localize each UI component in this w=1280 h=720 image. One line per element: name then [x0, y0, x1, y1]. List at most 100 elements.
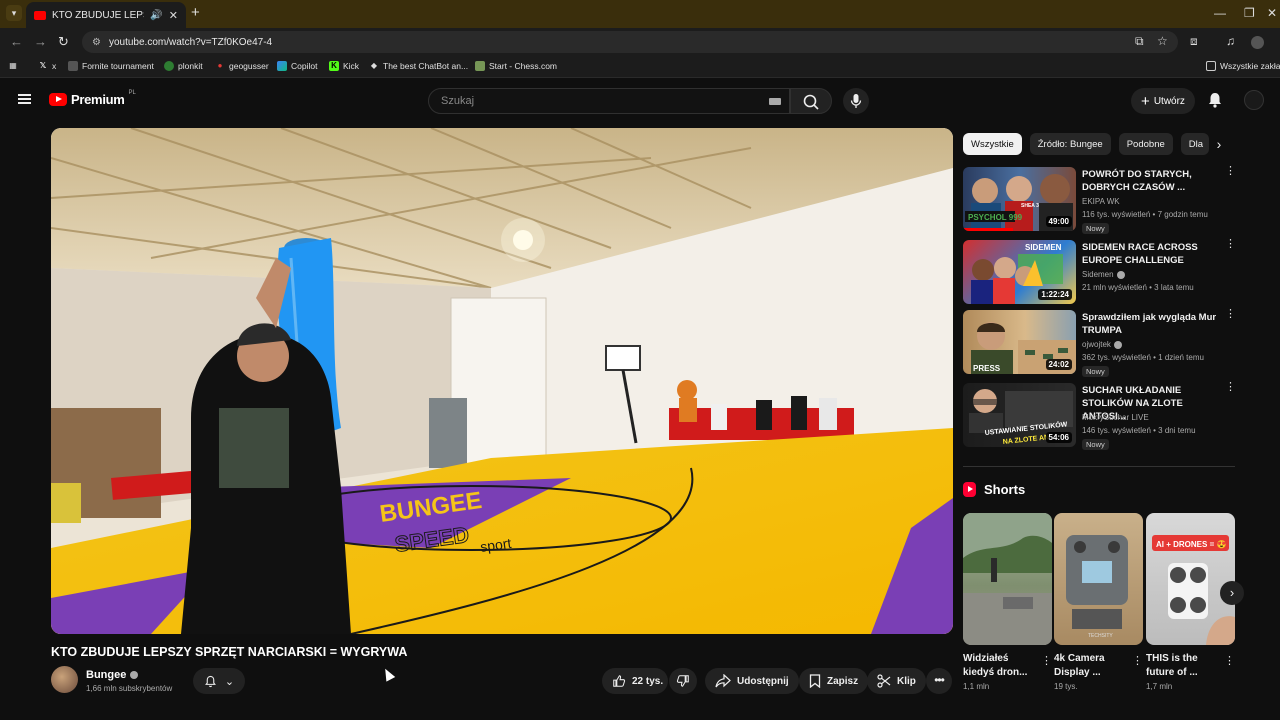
keyboard-icon[interactable]	[769, 98, 781, 105]
tab-close-icon[interactable]: ✕	[169, 9, 178, 22]
short-title[interactable]: Widziałeś kiedyś dron...	[963, 652, 1037, 680]
profile-icon[interactable]	[1251, 36, 1264, 49]
shorts-next-button[interactable]: ›	[1220, 581, 1244, 605]
create-button[interactable]: + Utwórz	[1131, 88, 1195, 114]
short-card[interactable]: TECHSITY 4k Camera Display ... 19 tys. ⋮	[1054, 513, 1143, 691]
voice-search-button[interactable]	[843, 88, 869, 114]
recommended-channel[interactable]: Sidemen	[1082, 270, 1125, 279]
menu-icon[interactable]	[18, 94, 31, 104]
chip-related[interactable]: Podobne	[1118, 133, 1173, 155]
recommended-video[interactable]: USTAWIANIE STOLIKÓW NA ZLOTE AN 54:06 SU…	[963, 382, 1236, 450]
all-bookmarks-folder[interactable]: Wszystkie zakład	[1206, 61, 1280, 71]
video-player[interactable]: BUNGEE SPEED sport	[51, 128, 953, 634]
kick-icon: K	[329, 61, 339, 71]
more-vert-icon[interactable]: ⋮	[1225, 166, 1236, 177]
save-button[interactable]: Zapisz	[799, 668, 869, 694]
bookmark-x[interactable]: 𝕏x	[38, 61, 56, 71]
search-input[interactable]	[441, 95, 761, 107]
share-button[interactable]: Udostępnij	[705, 668, 799, 694]
short-title[interactable]: 4k Camera Display ...	[1054, 652, 1128, 680]
chip-all[interactable]: Wszystkie	[963, 133, 1022, 155]
channel-name-link[interactable]: Bungee	[86, 669, 139, 681]
chevron-right-icon[interactable]: ›	[1208, 133, 1230, 155]
bookmark-chatbot[interactable]: ◆ The best ChatBot an...	[369, 61, 468, 71]
notifications-button[interactable]	[1206, 91, 1224, 114]
youtube-premium-logo[interactable]: Premium PL	[49, 90, 136, 107]
duration-badge: 54:06	[1045, 432, 1072, 443]
clip-label: Klip	[897, 675, 916, 687]
like-button[interactable]: 22 tys.	[602, 668, 668, 694]
extensions-icon[interactable]: ⧈	[1190, 34, 1198, 49]
plonkit-icon	[164, 61, 174, 71]
bookmark-plonkit[interactable]: plonkit	[164, 61, 203, 71]
video-thumbnail[interactable]: USTAWIANIE STOLIKÓW NA ZLOTE AN 54:06	[963, 383, 1076, 447]
more-vert-icon[interactable]: ⋮	[1225, 382, 1236, 393]
apps-grid-icon[interactable]: ▦	[8, 61, 18, 71]
short-thumbnail[interactable]: TECHSITY	[1054, 513, 1143, 645]
short-thumbnail[interactable]	[963, 513, 1052, 645]
subscribed-button[interactable]: ⌄	[193, 668, 245, 694]
more-vert-icon[interactable]: ⋮	[1132, 656, 1143, 667]
maximize-button[interactable]: ❐	[1244, 6, 1255, 20]
more-vert-icon[interactable]: ⋮	[1224, 656, 1235, 667]
recommended-channel[interactable]: EKIPA WK	[1082, 197, 1120, 206]
bookmark-chess[interactable]: Start - Chess.com	[475, 61, 557, 71]
recommended-channel[interactable]: MokrySuchar LIVE	[1082, 413, 1149, 422]
install-app-icon[interactable]: ⧉	[1135, 34, 1144, 49]
shorts-title: Shorts	[984, 482, 1026, 497]
clip-button[interactable]: Klip	[867, 668, 926, 694]
recommended-channel[interactable]: ojwojtek	[1082, 340, 1122, 349]
short-thumbnail[interactable]: AI + DRONES = 😍	[1146, 513, 1235, 645]
more-vert-icon[interactable]: ⋮	[1041, 656, 1052, 667]
more-actions-button[interactable]: •••	[926, 668, 952, 694]
search-button[interactable]	[790, 88, 832, 114]
channel-avatar[interactable]	[51, 666, 78, 693]
bell-icon	[1209, 93, 1221, 108]
new-tab-button[interactable]: +	[191, 4, 200, 21]
media-control-icon[interactable]: ♫	[1226, 34, 1235, 48]
thumbnail-art: TECHSITY	[1066, 535, 1128, 639]
minimize-button[interactable]: —	[1214, 6, 1226, 20]
recommended-video[interactable]: PSYCHOL 999 SHEA 3 49:00 POWRÓT DO STARY…	[963, 166, 1236, 234]
dislike-button[interactable]	[669, 668, 697, 694]
short-title[interactable]: THIS is the future of ...	[1146, 652, 1220, 680]
short-card[interactable]: AI + DRONES = 😍 THIS is the future of ..…	[1146, 513, 1235, 691]
recommended-video[interactable]: PRESS 24:02 Sprawdziłem jak wygląda Mur …	[963, 309, 1236, 377]
bookmark-kick[interactable]: K Kick	[329, 61, 359, 71]
close-window-button[interactable]: ✕	[1267, 6, 1277, 20]
shorts-logo-icon	[963, 482, 976, 497]
pin-icon: ●	[217, 61, 223, 70]
reload-button[interactable]: ↻	[58, 34, 69, 50]
video-thumbnail[interactable]: PSYCHOL 999 SHEA 3 49:00	[963, 167, 1076, 231]
site-info-icon[interactable]: ⚙	[92, 37, 101, 48]
search-box	[428, 88, 790, 114]
account-avatar[interactable]	[1244, 90, 1264, 110]
recommended-title[interactable]: Sprawdziłem jak wygląda Mur TRUMPA	[1082, 311, 1222, 337]
mouse-cursor	[380, 666, 396, 682]
recommended-video[interactable]: SIDEMEN 1:22:24 SIDEMEN RACE ACROSS EURO…	[963, 239, 1236, 306]
bookmark-label: Copilot	[291, 61, 318, 71]
chip-from-channel[interactable]: Źródło: Bungee	[1029, 133, 1111, 155]
bookmark-geogusser[interactable]: ● geogusser	[215, 61, 269, 71]
recommended-title[interactable]: POWRÓT DO STARYCH, DOBRYCH CZASÓW ...	[1082, 168, 1222, 194]
recommended-meta: 362 tys. wyświetleń • 1 dzień temu	[1082, 353, 1204, 362]
more-vert-icon[interactable]: ⋮	[1225, 239, 1236, 250]
back-button[interactable]: ←	[10, 34, 23, 49]
address-bar[interactable]: ⚙ youtube.com/watch?v=TZf0KOe47-4	[82, 31, 1178, 53]
chip-for-you[interactable]: Dla	[1180, 133, 1209, 155]
video-thumbnail[interactable]: SIDEMEN 1:22:24	[963, 240, 1076, 304]
video-thumbnail[interactable]: PRESS 24:02	[963, 310, 1076, 374]
bookmark-fornite[interactable]: Fornite tournament	[68, 61, 154, 71]
recommended-title[interactable]: SIDEMEN RACE ACROSS EUROPE CHALLENGE	[1082, 241, 1222, 267]
speaker-icon[interactable]: 🔊	[150, 10, 162, 21]
forward-button[interactable]: →	[34, 34, 47, 49]
browser-tab-active[interactable]: KTO ZBUDUJE LEPSZY SPRZ 🔊 ✕	[26, 2, 186, 28]
plus-icon: +	[1141, 92, 1150, 110]
tab-search-icon[interactable]: ▾	[6, 5, 22, 21]
more-vert-icon[interactable]: ⋮	[1225, 309, 1236, 320]
short-card[interactable]: Widziałeś kiedyś dron... 1,1 mln ⋮	[963, 513, 1052, 691]
microphone-icon	[850, 94, 862, 108]
bookmark-copilot[interactable]: Copilot	[277, 61, 317, 71]
bookmark-star-icon[interactable]: ☆	[1157, 34, 1168, 48]
chevron-right-icon: ›	[1229, 585, 1235, 600]
